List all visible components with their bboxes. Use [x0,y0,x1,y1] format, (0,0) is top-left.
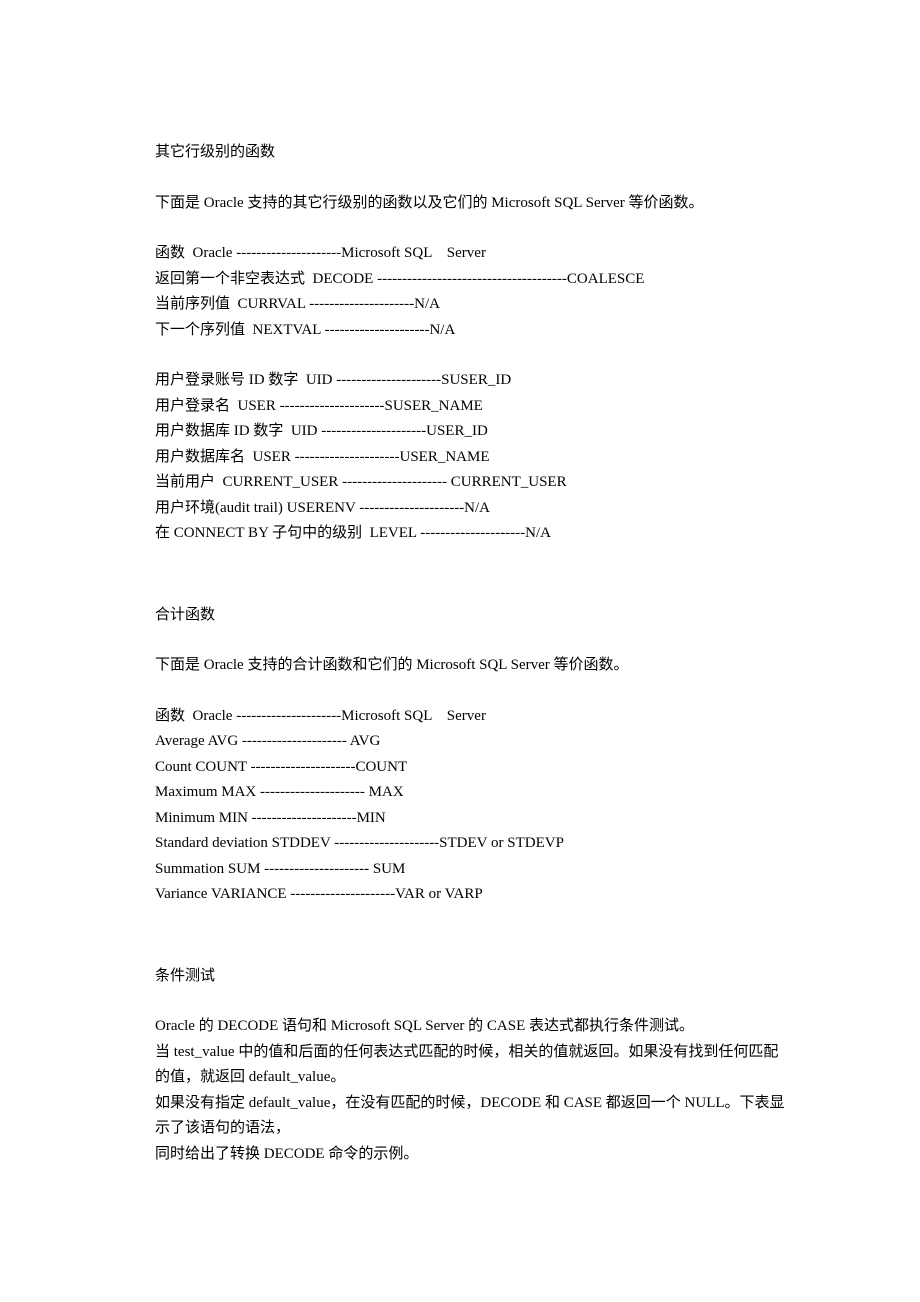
table-row: Standard deviation STDDEV --------------… [155,831,790,857]
section-title: 条件测试 [155,964,790,990]
paragraph: 同时给出了转换 DECODE 命令的示例。 [155,1142,790,1168]
paragraph: 如果没有指定 default_value，在没有匹配的时候，DECODE 和 C… [155,1091,790,1142]
table-row: Variance VARIANCE ---------------------V… [155,882,790,908]
table-row: Maximum MAX --------------------- MAX [155,780,790,806]
table-row: 用户环境(audit trail) USERENV --------------… [155,496,790,522]
table-row: 用户数据库 ID 数字 UID ---------------------USE… [155,419,790,445]
table-row: 返回第一个非空表达式 DECODE ----------------------… [155,267,790,293]
table-header: 函数 Oracle ---------------------Microsoft… [155,241,790,267]
table-row: 在 CONNECT BY 子句中的级别 LEVEL --------------… [155,521,790,547]
section-title: 合计函数 [155,603,790,629]
table-row: 用户登录账号 ID 数字 UID ---------------------SU… [155,368,790,394]
spacer [155,166,790,191]
spacer [155,547,790,603]
section-title: 其它行级别的函数 [155,140,790,166]
table-row: 用户登录名 USER ---------------------SUSER_NA… [155,394,790,420]
spacer [155,216,790,241]
spacer [155,989,790,1014]
table-row: Minimum MIN ---------------------MIN [155,806,790,832]
table-header: 函数 Oracle ---------------------Microsoft… [155,704,790,730]
paragraph: 下面是 Oracle 支持的合计函数和它们的 Microsoft SQL Ser… [155,653,790,679]
table-row: Average AVG --------------------- AVG [155,729,790,755]
spacer [155,628,790,653]
paragraph: Oracle 的 DECODE 语句和 Microsoft SQL Server… [155,1014,790,1040]
document-page: 其它行级别的函数 下面是 Oracle 支持的其它行级别的函数以及它们的 Mic… [0,0,920,1167]
table-row: 下一个序列值 NEXTVAL ---------------------N/A [155,318,790,344]
table-row: Count COUNT ---------------------COUNT [155,755,790,781]
spacer [155,908,790,964]
spacer [155,679,790,704]
spacer [155,343,790,368]
table-row: 当前序列值 CURRVAL ---------------------N/A [155,292,790,318]
table-row: Summation SUM --------------------- SUM [155,857,790,883]
table-row: 当前用户 CURRENT_USER --------------------- … [155,470,790,496]
paragraph: 当 test_value 中的值和后面的任何表达式匹配的时候，相关的值就返回。如… [155,1040,790,1091]
paragraph: 下面是 Oracle 支持的其它行级别的函数以及它们的 Microsoft SQ… [155,191,790,217]
table-row: 用户数据库名 USER ---------------------USER_NA… [155,445,790,471]
